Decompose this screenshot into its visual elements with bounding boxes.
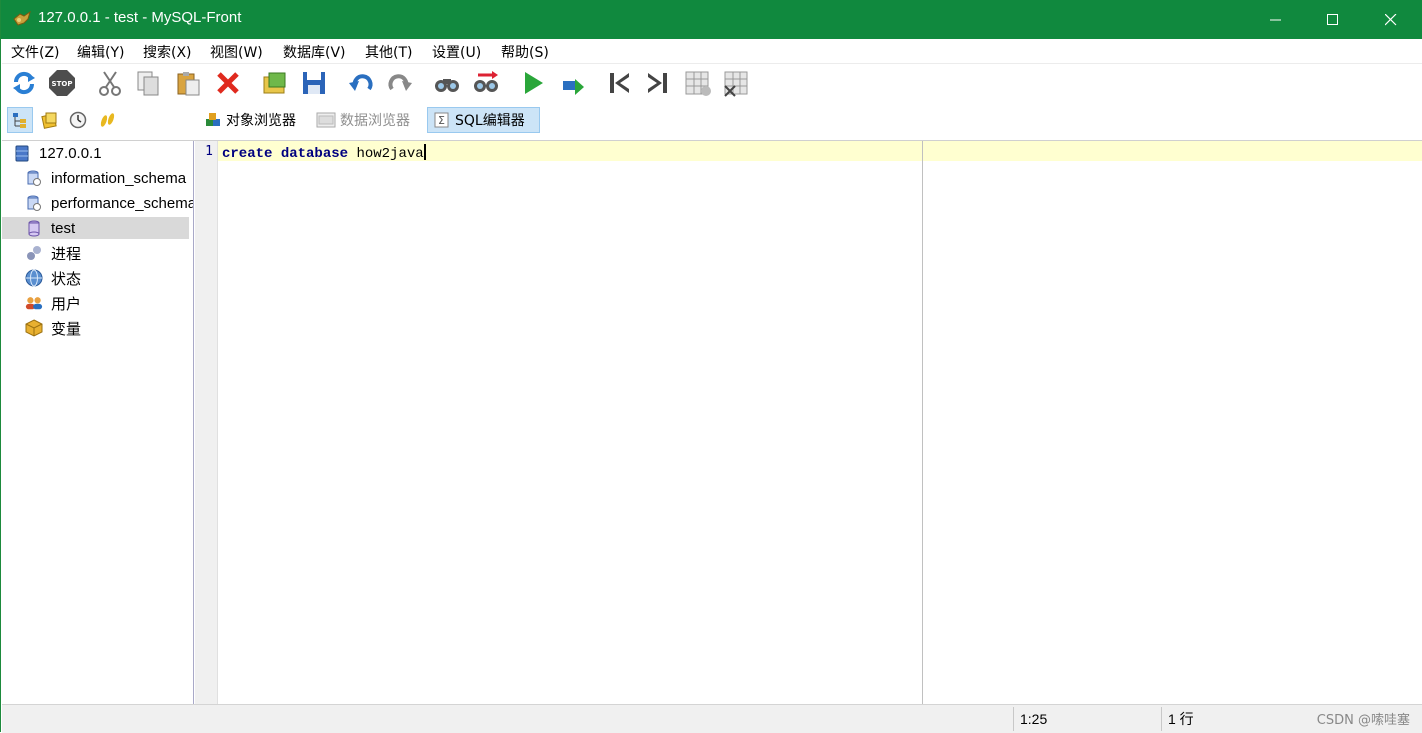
code-line: create database how2java xyxy=(222,144,426,162)
tree-item-label: test xyxy=(51,219,76,237)
main-toolbar: STOP xyxy=(2,64,1422,102)
status-bar: 1:25 1 行 CSDN @嗦哇塞 xyxy=(2,704,1422,733)
tab-sql-editor[interactable]: Σ SQL编辑器 xyxy=(427,107,540,133)
database-icon xyxy=(25,219,43,237)
tree-icon xyxy=(13,113,26,128)
right-margin-line xyxy=(922,141,923,704)
menu-bar: 文件(Z) 编辑(Y) 搜索(X) 视图(W) 数据库(V) 其他(T) 设置(… xyxy=(2,39,1422,64)
line-number: 1 xyxy=(205,144,213,159)
sql-editor[interactable]: create database how2java xyxy=(218,141,1422,704)
refresh-icon[interactable] xyxy=(8,67,40,99)
replace-icon[interactable] xyxy=(470,67,502,99)
clock-icon xyxy=(69,111,87,129)
tree-view-button[interactable] xyxy=(7,107,33,133)
favorites-icon xyxy=(41,112,57,129)
close-button[interactable] xyxy=(1362,0,1420,39)
cut-icon[interactable] xyxy=(94,67,126,99)
tab-data-browser[interactable]: 数据浏览器 xyxy=(313,107,424,133)
maximize-button[interactable] xyxy=(1304,0,1362,39)
tree-node-performance-schema[interactable]: performance_schema xyxy=(25,192,194,214)
sql-keyword: database xyxy=(280,146,349,162)
server-icon xyxy=(13,144,31,162)
status-divider xyxy=(1013,707,1014,731)
users-icon xyxy=(25,294,43,312)
tree-node-processes[interactable]: 进程 xyxy=(25,242,81,264)
menu-other[interactable]: 其他(T) xyxy=(365,42,412,62)
copy-icon[interactable] xyxy=(132,67,164,99)
cursor-position: 1:25 xyxy=(1020,711,1048,727)
last-icon[interactable] xyxy=(642,67,674,99)
tab-object-browser[interactable]: 对象浏览器 xyxy=(201,107,308,133)
tree-item-label: performance_schema xyxy=(51,194,194,212)
tree-item-label: information_schema xyxy=(51,169,187,187)
history-button[interactable] xyxy=(65,107,91,133)
tree-node-information-schema[interactable]: information_schema xyxy=(25,167,186,189)
menu-help[interactable]: 帮助(S) xyxy=(501,42,549,62)
sql-history-button[interactable] xyxy=(94,107,120,133)
title-bar: 127.0.0.1 - test - MySQL-Front xyxy=(1,0,1422,39)
tree-item-label: 变量 xyxy=(51,320,82,338)
watermark: CSDN @嗦哇塞 xyxy=(1316,713,1410,728)
window-title: 127.0.0.1 - test - MySQL-Front xyxy=(38,9,242,26)
box-icon xyxy=(25,319,43,337)
tree-node-test[interactable]: test xyxy=(2,217,189,239)
redo-icon[interactable] xyxy=(384,67,416,99)
status-divider xyxy=(1161,707,1162,731)
paste-icon[interactable] xyxy=(172,67,204,99)
menu-database[interactable]: 数据库(V) xyxy=(283,42,346,62)
system-database-icon xyxy=(25,169,43,187)
sql-keyword: create xyxy=(222,146,273,162)
svg-text:STOP: STOP xyxy=(52,80,73,88)
tree-item-label: 进程 xyxy=(51,245,82,263)
menu-file[interactable]: 文件(Z) xyxy=(11,42,60,62)
database-tree: 127.0.0.1 information_schema performance… xyxy=(2,141,194,704)
find-icon[interactable] xyxy=(431,67,463,99)
tab-sql-editor-label: SQL编辑器 xyxy=(455,113,525,129)
tree-node-users[interactable]: 用户 xyxy=(25,292,81,314)
tree-server-label: 127.0.0.1 xyxy=(39,144,102,162)
tab-object-browser-label: 对象浏览器 xyxy=(226,113,296,129)
process-icon xyxy=(25,244,43,262)
object-browser-icon xyxy=(206,113,220,126)
menu-edit[interactable]: 编辑(Y) xyxy=(77,42,124,62)
app-window: 127.0.0.1 - test - MySQL-Front 文件(Z) 编辑(… xyxy=(0,0,1422,733)
tree-node-status[interactable]: 状态 xyxy=(25,267,81,289)
line-count: 1 行 xyxy=(1168,711,1194,727)
delete-record-icon[interactable] xyxy=(721,67,753,99)
tree-item-label: 用户 xyxy=(51,295,82,313)
delete-icon[interactable] xyxy=(212,67,244,99)
run-selection-icon[interactable] xyxy=(558,67,590,99)
minimize-button[interactable] xyxy=(1247,0,1305,39)
menu-search[interactable]: 搜索(X) xyxy=(143,42,192,62)
insert-record-icon[interactable] xyxy=(682,67,714,99)
line-number-gutter: 1 xyxy=(195,141,218,704)
save-icon[interactable] xyxy=(298,67,330,99)
globe-icon xyxy=(25,269,43,287)
open-icon[interactable] xyxy=(259,67,291,99)
tab-data-browser-label: 数据浏览器 xyxy=(340,113,410,129)
sql-editor-icon: Σ xyxy=(434,112,449,128)
data-browser-icon xyxy=(316,112,336,128)
text-caret xyxy=(423,144,426,160)
system-database-icon xyxy=(25,194,43,212)
undo-icon[interactable] xyxy=(345,67,377,99)
tree-node-server[interactable]: 127.0.0.1 xyxy=(13,142,102,164)
stop-icon[interactable]: STOP xyxy=(46,67,78,99)
svg-text:Σ: Σ xyxy=(438,114,445,127)
tree-node-variables[interactable]: 变量 xyxy=(25,317,81,339)
menu-settings[interactable]: 设置(U) xyxy=(432,42,481,62)
mysql-front-app-icon xyxy=(12,10,32,28)
run-icon[interactable] xyxy=(517,67,549,99)
view-toolbar: 对象浏览器 数据浏览器 Σ SQL编辑器 xyxy=(2,101,1422,141)
first-icon[interactable] xyxy=(603,67,635,99)
sql-identifier: how2java xyxy=(356,146,424,162)
menu-view[interactable]: 视图(W) xyxy=(210,42,263,62)
favorites-button[interactable] xyxy=(37,107,63,133)
footprints-icon xyxy=(100,113,115,127)
tree-item-label: 状态 xyxy=(51,270,82,288)
